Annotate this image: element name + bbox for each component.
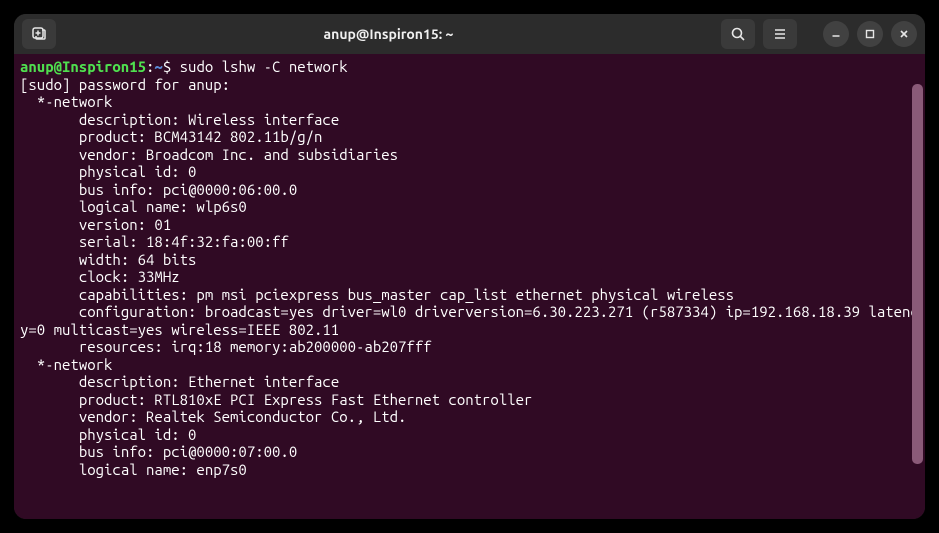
output-line: configuration: broadcast=yes driver=wl0 … <box>20 303 919 338</box>
search-button[interactable] <box>721 19 755 49</box>
output-line: capabilities: pm msi pciexpress bus_mast… <box>20 286 734 303</box>
window-title: anup@Inspiron15: ~ <box>56 26 721 42</box>
output-line: resources: irq:18 memory:ab200000-ab207f… <box>20 338 432 355</box>
command-text <box>171 58 179 75</box>
output-line: vendor: Broadcom Inc. and subsidiaries <box>20 146 398 163</box>
terminal-window: anup@Inspiron15: ~ <box>14 14 925 519</box>
output-line: *-network <box>20 356 112 373</box>
output-line: *-network <box>20 93 112 110</box>
command-text: sudo lshw -C network <box>180 58 348 75</box>
output-line: description: Ethernet interface <box>20 373 339 390</box>
terminal-body[interactable]: anup@Inspiron15:~$ sudo lshw -C network … <box>14 54 925 519</box>
prompt-path: ~ <box>154 58 162 75</box>
new-tab-button[interactable] <box>22 19 56 49</box>
titlebar: anup@Inspiron15: ~ <box>14 14 925 54</box>
output-line: [sudo] password for anup: <box>20 76 230 93</box>
output-line: version: 01 <box>20 216 171 233</box>
titlebar-left <box>22 19 56 49</box>
output-line: width: 64 bits <box>20 251 196 268</box>
output-line: logical name: enp7s0 <box>20 461 247 478</box>
output-line: product: BCM43142 802.11b/g/n <box>20 128 322 145</box>
output-line: serial: 18:4f:32:fa:00:ff <box>20 233 289 250</box>
output-line: bus info: pci@0000:06:00.0 <box>20 181 297 198</box>
output-line: clock: 33MHz <box>20 268 180 285</box>
prompt-userhost: anup@Inspiron15 <box>20 58 146 75</box>
maximize-button[interactable] <box>857 21 883 47</box>
output-line: product: RTL810xE PCI Express Fast Ether… <box>20 391 532 408</box>
output-line: physical id: 0 <box>20 426 196 443</box>
prompt-dollar: $ <box>163 58 171 75</box>
titlebar-right <box>721 19 917 49</box>
output-line: physical id: 0 <box>20 163 196 180</box>
minimize-button[interactable] <box>823 21 849 47</box>
output-line: logical name: wlp6s0 <box>20 198 247 215</box>
output-line: vendor: Realtek Semiconductor Co., Ltd. <box>20 408 406 425</box>
close-button[interactable] <box>891 21 917 47</box>
menu-button[interactable] <box>763 19 797 49</box>
output-line: bus info: pci@0000:07:00.0 <box>20 443 297 460</box>
scrollbar[interactable] <box>912 84 923 464</box>
output-line: description: Wireless interface <box>20 111 339 128</box>
